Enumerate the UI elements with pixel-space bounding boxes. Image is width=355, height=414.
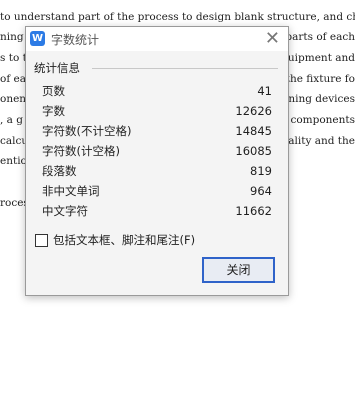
statistics-list: 页数 41 字数 12626 字符数(不计空格) 14845 字符数(计空格) …	[42, 81, 272, 221]
stat-label: 字符数(不计空格)	[42, 124, 132, 138]
stat-value: 41	[257, 84, 272, 98]
dialog-titlebar[interactable]: W 字数统计 ✕	[26, 27, 288, 51]
stat-row-non-chinese-words: 非中文单词 964	[42, 181, 272, 201]
doc-line-fragment: oning devices	[282, 93, 355, 105]
doc-line: to understand part of the process to des…	[0, 11, 355, 23]
stat-label: 页数	[42, 84, 65, 98]
doc-line: , a g	[0, 114, 23, 126]
stat-row-pages: 页数 41	[42, 81, 272, 101]
group-divider	[92, 68, 278, 69]
stat-row-chars-no-spaces: 字符数(不计空格) 14845	[42, 121, 272, 141]
include-textboxes-checkbox[interactable]	[35, 234, 48, 247]
stat-row-paragraphs: 段落数 819	[42, 161, 272, 181]
dialog-title: 字数统计	[51, 33, 100, 47]
close-icon[interactable]: ✕	[265, 28, 280, 50]
stat-value: 12626	[235, 104, 272, 118]
statistics-group-label: 统计信息	[34, 61, 80, 75]
doc-line: s to t	[0, 52, 27, 64]
stat-value: 964	[250, 184, 272, 198]
word-count-dialog: W 字数统计 ✕ 统计信息 页数 41 字数 12626 字符数(不计空格) 1…	[25, 26, 289, 296]
stat-label: 段落数	[42, 164, 77, 178]
stat-label: 非中文单词	[42, 184, 100, 198]
stat-label: 字符数(计空格)	[42, 144, 120, 158]
doc-line: of ea	[0, 73, 27, 85]
doc-line-fragment: the fixture fo	[285, 73, 355, 85]
doc-line-fragment: r components	[282, 114, 355, 126]
stat-value: 819	[250, 164, 272, 178]
wps-app-icon: W	[30, 31, 45, 46]
stat-row-words: 字数 12626	[42, 101, 272, 121]
stat-row-chars-with-spaces: 字符数(计空格) 16085	[42, 141, 272, 161]
stat-label: 中文字符	[42, 204, 88, 218]
stat-value: 11662	[235, 204, 272, 218]
stat-value: 14845	[235, 124, 272, 138]
stat-row-chinese-chars: 中文字符 11662	[42, 201, 272, 221]
stat-value: 16085	[235, 144, 272, 158]
stat-label: 字数	[42, 104, 65, 118]
include-textboxes-label[interactable]: 包括文本框、脚注和尾注(F)	[53, 232, 195, 248]
close-button[interactable]: 关闭	[202, 257, 275, 283]
